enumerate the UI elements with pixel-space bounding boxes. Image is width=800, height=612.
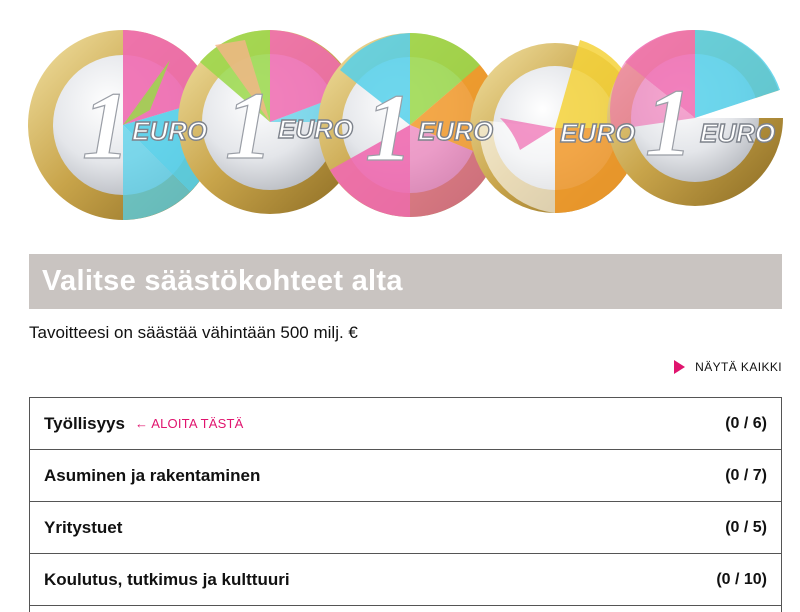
category-row-tyollisyys[interactable]: Työllisyys ← ALOITA TÄSTÄ (0 / 6) [30, 398, 781, 450]
show-all-label: NÄYTÄ KAIKKI [695, 360, 782, 374]
category-count: (0 / 5) [725, 518, 767, 536]
coin-1-numeral: 1 [82, 72, 130, 179]
category-title: Työllisyys [44, 413, 125, 433]
category-count: (0 / 10) [716, 570, 767, 588]
start-here-hint: ← ALOITA TÄSTÄ [134, 416, 244, 431]
coin-5-label: EURO [700, 118, 775, 148]
coin-2-numeral: 1 [225, 72, 273, 179]
page-title-banner: Valitse säästökohteet alta [29, 254, 782, 309]
category-title: Asuminen ja rakentaminen [44, 465, 261, 485]
category-count: (0 / 6) [725, 414, 767, 432]
coins-hero-image: 1 1 1 1 EURO EURO EURO EURO EURO [0, 0, 800, 245]
coin-4-label: EURO [560, 118, 635, 148]
category-row-yritystuet[interactable]: Yritystuet (0 / 5) [30, 502, 781, 554]
category-title: Yritystuet [44, 517, 123, 537]
coin-3-label: EURO [418, 116, 493, 146]
triangle-right-icon [674, 360, 686, 374]
savings-goal-text: Tavoitteesi on säästää vähintään 500 mil… [29, 323, 358, 342]
category-row-asuminen[interactable]: Asuminen ja rakentaminen (0 / 7) [30, 450, 781, 502]
category-row-koulutus[interactable]: Koulutus, tutkimus ja kulttuuri (0 / 10) [30, 554, 781, 606]
show-all-link[interactable]: NÄYTÄ KAIKKI [674, 360, 782, 374]
page-title: Valitse säästökohteet alta [42, 265, 403, 297]
coin-3-numeral: 1 [365, 74, 413, 181]
coin-1-label: EURO [132, 116, 207, 146]
category-count: (0 / 7) [725, 466, 767, 484]
coin-5-numeral: 1 [645, 69, 693, 176]
category-list: Työllisyys ← ALOITA TÄSTÄ (0 / 6) Asumin… [29, 397, 782, 612]
coin-2-label: EURO [278, 114, 353, 144]
category-title: Koulutus, tutkimus ja kulttuuri [44, 569, 290, 589]
